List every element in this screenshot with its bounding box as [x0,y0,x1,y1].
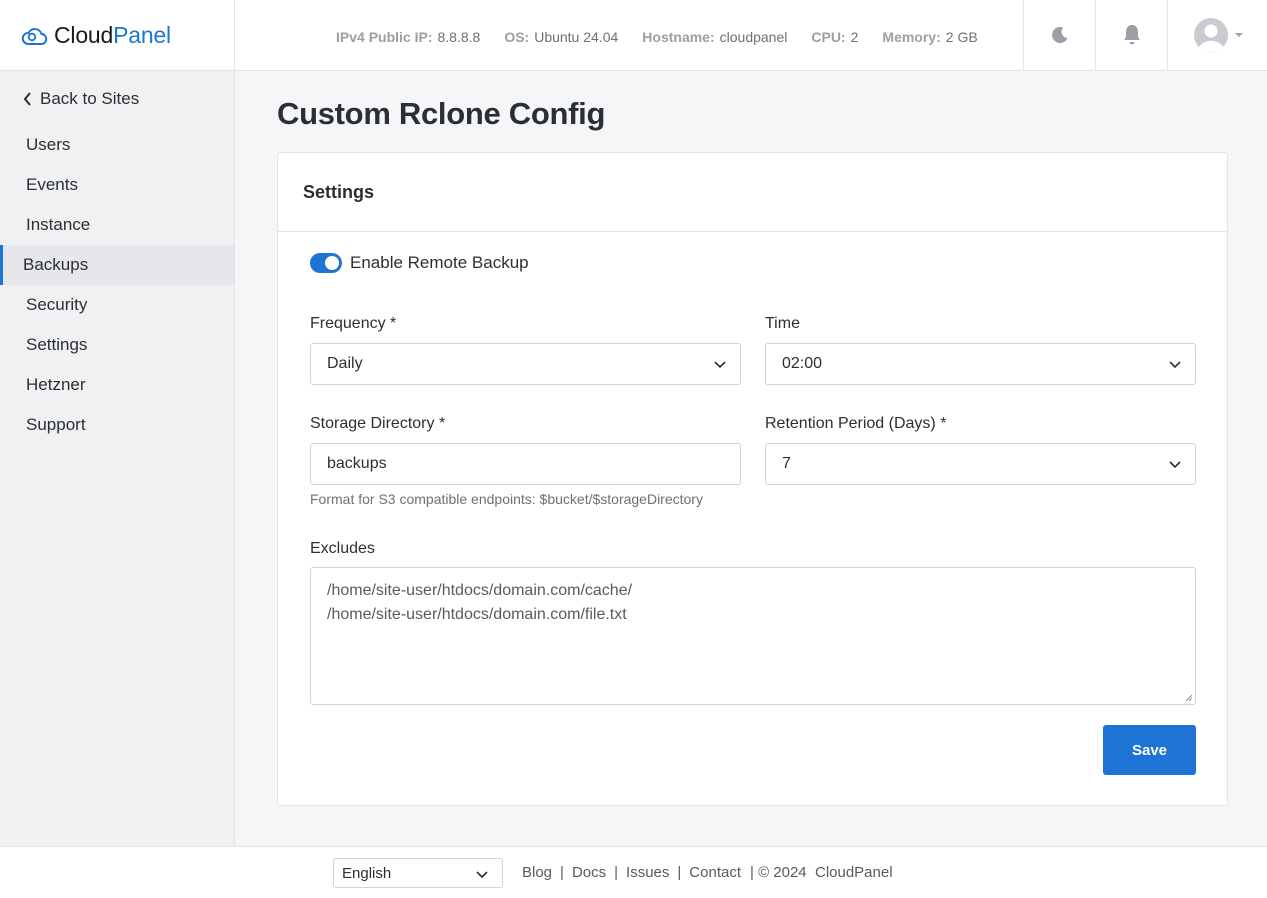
resize-grip-icon[interactable] [1185,694,1193,702]
toggle-knob [325,256,339,270]
sidebar-item-support[interactable]: Support [0,405,234,445]
settings-card: Settings Enable Remote Backup Frequency … [277,152,1228,806]
storage-directory-input[interactable]: backups [310,443,741,485]
time-value: 02:00 [782,355,823,372]
user-menu-button[interactable] [1167,0,1267,70]
sysinfo-os: OS: Ubuntu 24.04 [504,29,619,45]
enable-remote-backup-label[interactable]: Enable Remote Backup [350,253,529,273]
sidebar-item-security[interactable]: Security [0,285,234,325]
sidebar-nav: Users Events Instance Backups Security S… [0,125,234,445]
logo[interactable]: CloudPanel [0,0,235,70]
chevron-down-icon [476,871,488,879]
footer-link-contact[interactable]: Contact [689,864,741,881]
retention-period-select[interactable]: 7 [765,443,1196,485]
frequency-label: Frequency * [310,315,397,332]
chevron-down-icon [714,361,726,369]
system-info: IPv4 Public IP: 8.8.8.8 OS: Ubuntu 24.04 H… [336,29,1002,45]
retention-period-label: Retention Period (Days) * [765,415,947,432]
footer-link-issues[interactable]: Issues [626,864,669,881]
notifications-button[interactable] [1095,0,1167,70]
excludes-line: /home/site-user/htdocs/domain.com/cache/ [327,582,633,599]
language-value: English [342,864,392,882]
page-title: Custom Rclone Config [277,96,606,131]
enable-remote-backup-toggle[interactable] [310,253,342,273]
moon-icon [1051,26,1067,43]
enable-remote-backup-row: Enable Remote Backup [310,253,529,273]
sidebar-item-instance[interactable]: Instance [0,205,234,245]
user-avatar-icon [1193,18,1228,52]
sidebar-item-hetzner[interactable]: Hetzner [0,365,234,405]
back-to-sites-label: Back to Sites [40,89,140,108]
footer: English Blog | Docs | Issues | Contact | © … [0,846,1267,898]
retention-period-value: 7 [782,455,791,472]
footer-link-blog[interactable]: Blog [522,864,552,881]
save-button[interactable]: Save [1103,725,1196,775]
sidebar-item-users[interactable]: Users [0,125,234,165]
sidebar-item-settings[interactable]: Settings [0,325,234,365]
chevron-down-icon [1169,461,1181,469]
excludes-label: Excludes [310,540,375,557]
bell-icon [1123,25,1140,45]
footer-links: Blog | Docs | Issues | Contact | © 2024 Clo… [522,864,893,881]
cloud-logo-icon [21,28,48,45]
storage-directory-label: Storage Directory * [310,415,446,432]
footer-copyright: | © 2024 CloudPanel [750,864,893,881]
sysinfo-memory: Memory: 2 GB [882,29,978,45]
chevron-down-icon [1169,361,1181,369]
card-title: Settings [278,153,1227,232]
top-header: CloudPanel IPv4 Public IP: 8.8.8.8 OS: Ubu… [0,0,1267,71]
sidebar-item-backups[interactable]: Backups [0,245,234,285]
sysinfo-cpu: CPU: 2 [811,29,859,45]
excludes-line: /home/site-user/htdocs/domain.com/file.t… [327,606,627,623]
sidebar: Back to Sites Users Events Instance Back… [0,71,235,846]
time-select[interactable]: 02:00 [765,343,1196,385]
frequency-select[interactable]: Daily [310,343,741,385]
caret-down-icon [1234,33,1243,37]
language-select[interactable]: English [333,858,503,888]
frequency-value: Daily [327,355,363,372]
excludes-textarea[interactable]: /home/site-user/htdocs/domain.com/cache/… [310,567,1196,705]
storage-directory-help: Format for S3 compatible endpoints: $buc… [310,491,703,507]
brand-name: CloudPanel [54,21,171,48]
sysinfo-ip: IPv4 Public IP: 8.8.8.8 [336,29,481,45]
sidebar-item-events[interactable]: Events [0,165,234,205]
storage-directory-value: backups [327,455,387,472]
dark-mode-button[interactable] [1023,0,1095,70]
back-to-sites-link[interactable]: Back to Sites [23,89,139,109]
sysinfo-hostname: Hostname: cloudpanel [642,29,788,45]
time-label: Time [765,315,800,332]
chevron-left-icon [23,92,31,106]
footer-link-docs[interactable]: Docs [572,864,606,881]
